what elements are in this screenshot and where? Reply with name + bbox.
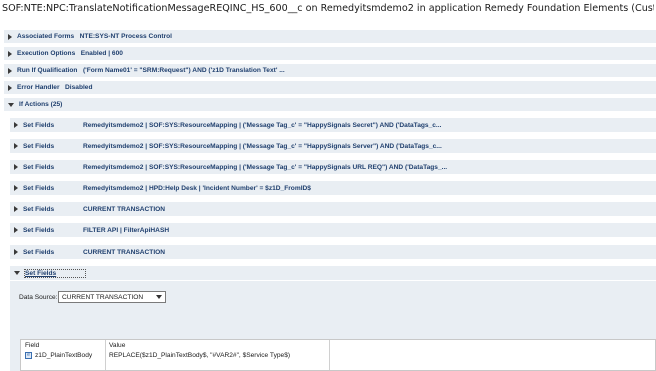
action-value: Remedyitsmdemo2 | SOF:SYS:ResourceMappin…: [83, 121, 442, 129]
section-value: NTE:SYS-NT Process Control: [79, 33, 172, 40]
section-run-if-qualification[interactable]: Run If Qualification ('Form Name01' = "S…: [4, 64, 656, 77]
action-label: Set Fields: [23, 121, 55, 129]
section-label: Associated Forms: [17, 33, 75, 40]
action-value: Remedyitsmdemo2 | SOF:SYS:ResourceMappin…: [83, 163, 448, 171]
action-set-fields-2[interactable]: Set Fields Remedyitsmdemo2 | SOF:SYS:Res…: [10, 139, 656, 153]
expand-arrow-icon[interactable]: [14, 164, 18, 170]
section-value: Enabled | 600: [80, 50, 123, 57]
section-error-handler[interactable]: Error Handler Disabled: [4, 81, 656, 94]
section-if-actions[interactable]: If Actions (25): [4, 98, 656, 111]
action-label: Set Fields: [23, 226, 55, 234]
expand-arrow-icon[interactable]: [8, 50, 12, 57]
window-title: SOF:NTE:NPC:TranslateNotificationMessage…: [2, 3, 654, 14]
action-label: Set Fields: [23, 205, 55, 213]
action-value: CURRENT TRANSACTION: [83, 248, 166, 256]
action-set-fields-8-expanded[interactable]: Set Fields: [10, 266, 656, 280]
data-source-select[interactable]: CURRENT TRANSACTION: [58, 291, 166, 303]
column-divider[interactable]: [105, 340, 106, 370]
action-value: FILTER API | FilterApiHASH: [83, 226, 170, 234]
table-cell-field[interactable]: z1D_PlainTextBody: [35, 352, 92, 359]
section-label: If Actions (25): [19, 101, 63, 108]
action-set-fields-7[interactable]: Set Fields CURRENT TRANSACTION: [10, 245, 656, 259]
expand-arrow-icon[interactable]: [14, 143, 18, 149]
action-set-fields-4[interactable]: Set Fields Remedyitsmdemo2 | HPD:Help De…: [10, 181, 656, 195]
expand-arrow-icon[interactable]: [14, 122, 18, 128]
action-set-fields-6[interactable]: Set Fields FILTER API | FilterApiHASH: [10, 223, 656, 237]
action-value: Remedyitsmdemo2 | SOF:SYS:ResourceMappin…: [83, 142, 442, 150]
table-cell-value[interactable]: REPLACE($z1D_PlainTextBody$, "#VAR2#", $…: [109, 352, 290, 359]
expand-arrow-icon[interactable]: [14, 227, 18, 233]
expand-arrow-icon[interactable]: [8, 84, 12, 91]
action-label: Set Fields: [23, 248, 55, 256]
data-source-label: Data Source:: [19, 294, 58, 301]
dropdown-arrow-icon[interactable]: [156, 295, 162, 299]
section-associated-forms[interactable]: Associated Forms NTE:SYS-NT Process Cont…: [4, 30, 656, 43]
section-execution-options[interactable]: Execution Options Enabled | 600: [4, 47, 656, 60]
set-fields-detail-panel: Data Source: CURRENT TRANSACTION Field V…: [10, 281, 656, 371]
action-set-fields-5[interactable]: Set Fields CURRENT TRANSACTION: [10, 202, 656, 216]
expand-arrow-icon[interactable]: [8, 33, 12, 40]
expand-arrow-icon[interactable]: [14, 185, 18, 191]
section-value: Disabled: [65, 84, 93, 91]
field-mapping-table: Field Value e z1D_PlainTextBody REPLACE(…: [20, 339, 656, 371]
collapse-arrow-icon[interactable]: [14, 271, 20, 275]
action-label: Set Fields: [23, 184, 55, 192]
collapse-arrow-icon[interactable]: [8, 102, 14, 107]
action-set-fields-3[interactable]: Set Fields Remedyitsmdemo2 | SOF:SYS:Res…: [10, 160, 656, 174]
section-label: Run If Qualification: [17, 67, 78, 74]
expand-arrow-icon[interactable]: [14, 206, 18, 212]
column-header-field[interactable]: Field: [25, 342, 39, 349]
action-label: Set Fields: [23, 163, 55, 171]
action-value: Remedyitsmdemo2 | HPD:Help Desk | 'Incid…: [83, 184, 311, 192]
expand-arrow-icon[interactable]: [8, 67, 12, 74]
action-value: CURRENT TRANSACTION: [83, 205, 166, 213]
action-label: Set Fields: [23, 142, 55, 150]
section-label: Error Handler: [17, 84, 60, 91]
expand-arrow-icon[interactable]: [14, 249, 18, 255]
section-label: Execution Options: [17, 50, 76, 57]
column-header-value[interactable]: Value: [109, 342, 125, 349]
section-value: ('Form Name01' = "SRM:Request") AND ('z1…: [82, 67, 285, 74]
action-label[interactable]: Set Fields: [24, 268, 86, 278]
field-icon: e: [25, 352, 32, 359]
action-set-fields-1[interactable]: Set Fields Remedyitsmdemo2 | SOF:SYS:Res…: [10, 118, 656, 132]
column-divider[interactable]: [329, 340, 330, 370]
data-source-selected-value: CURRENT TRANSACTION: [62, 293, 144, 301]
